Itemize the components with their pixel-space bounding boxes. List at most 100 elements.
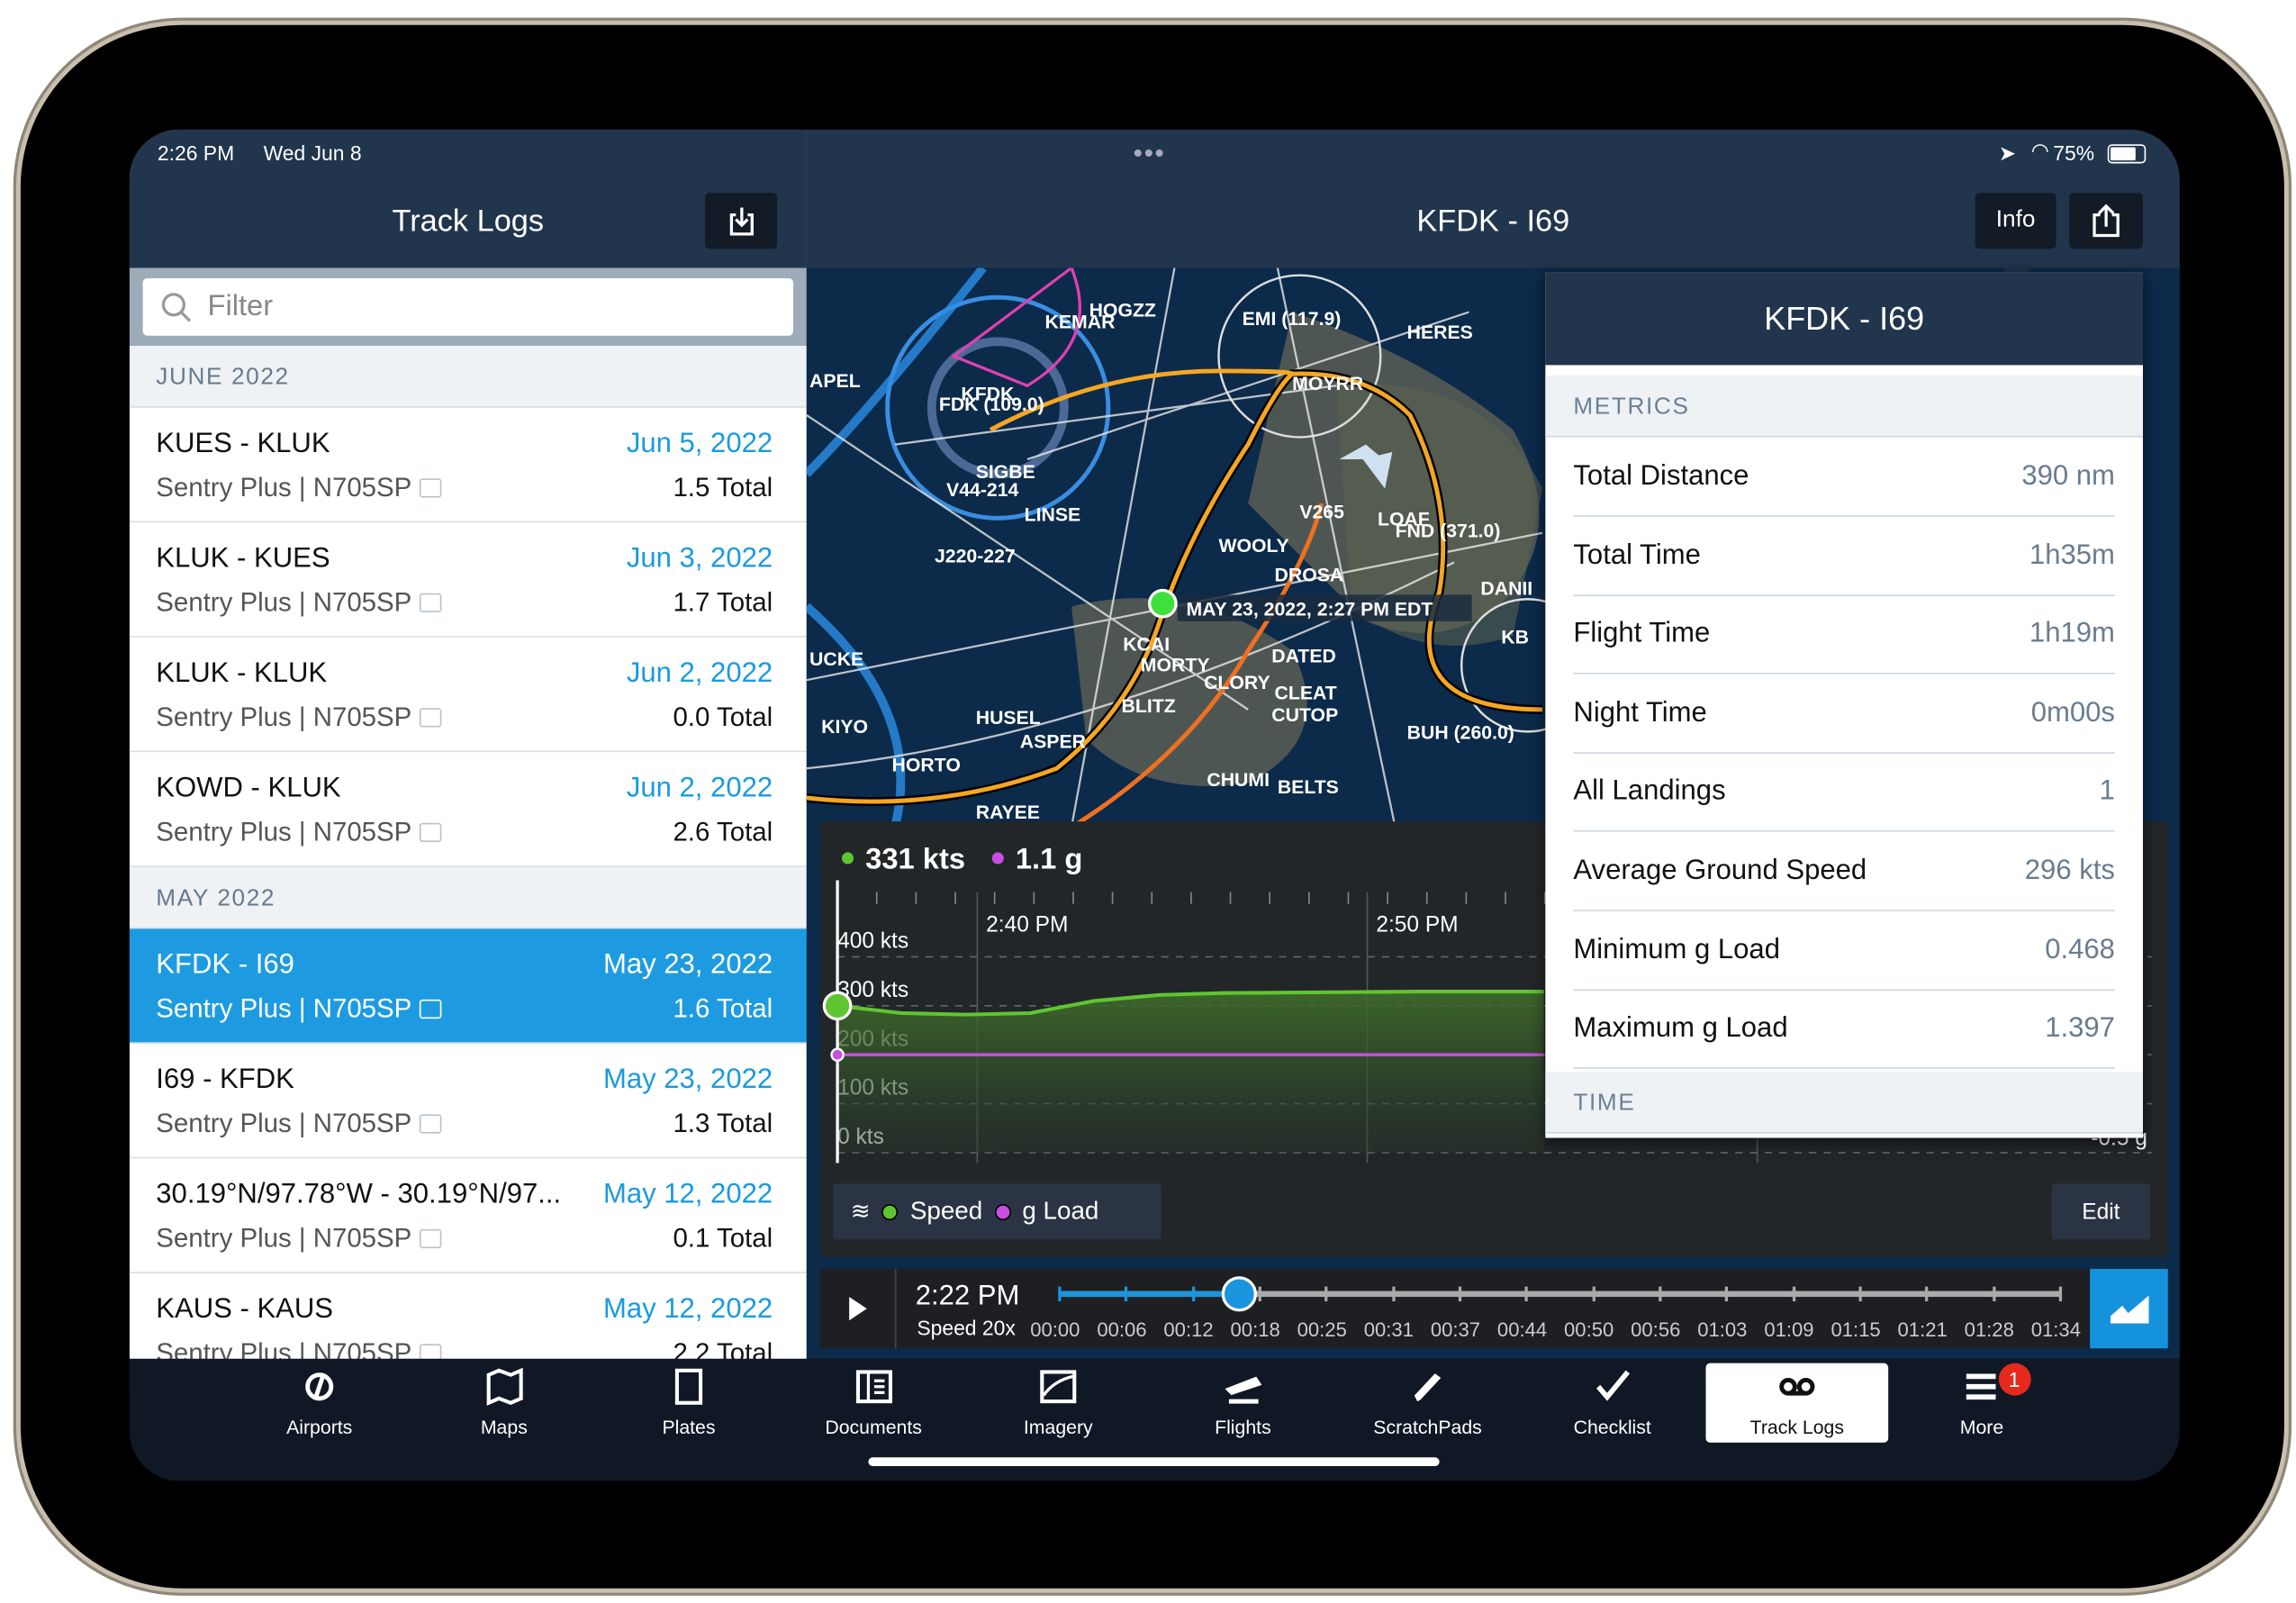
tab-airports[interactable]: Airports <box>228 1363 411 1443</box>
map-label: BUH (260.0) <box>1407 722 1514 744</box>
tab-label: Plates <box>662 1416 716 1439</box>
date: May 23, 2022 <box>602 949 773 981</box>
battery-level: 75% <box>2053 140 2095 166</box>
playback-speed[interactable]: Speed 20x <box>917 1316 1015 1339</box>
metric-value: 1h35m <box>2029 539 2115 571</box>
map-label: V265 <box>1299 501 1344 522</box>
tab-flights[interactable]: Flights <box>1152 1363 1334 1443</box>
tab-plates[interactable]: Plates <box>598 1363 781 1443</box>
legend-speed: Speed <box>909 1196 983 1225</box>
tab-maps[interactable]: Maps <box>413 1363 596 1443</box>
popover-title: KFDK - I69 <box>1545 272 2143 366</box>
route: KLUK - KUES <box>156 543 330 575</box>
timeline-tick <box>1458 1286 1462 1301</box>
track-log-row[interactable]: KLUK - KLUK Jun 2, 2022 Sentry Plus | N70… <box>129 637 807 753</box>
timeline-tick <box>1858 1286 1862 1301</box>
metric-value: 0.468 <box>2045 934 2115 965</box>
timeline-slider[interactable]: 00:00 00:06 00:12 00:18 00:25 00:31 00:37 00:44… <box>1030 1276 2081 1342</box>
map-label: APEL <box>809 370 861 392</box>
tab-imagery[interactable]: Imagery <box>967 1363 1150 1443</box>
tab-more[interactable]: More 1 <box>1891 1363 2074 1443</box>
map-label: ASPER <box>1020 730 1086 752</box>
timeline-tick <box>1324 1286 1328 1301</box>
metric-row: Average Ground Speed 296 kts <box>1573 833 2115 911</box>
tab-documents[interactable]: Documents <box>782 1363 965 1443</box>
track-log-row[interactable]: 30.19°N/97.78°W - 30.19°N/97... May 12, 2… <box>129 1158 807 1273</box>
tab-label: Track Logs <box>1749 1416 1845 1439</box>
filter-input[interactable]: Filter <box>142 277 794 336</box>
map-label: KB <box>1501 626 1529 648</box>
timeline-thumb[interactable] <box>1222 1276 1258 1312</box>
timeline-tick-label: 00:00 <box>1030 1318 1080 1342</box>
timeline-tick <box>1125 1286 1128 1301</box>
route: 30.19°N/97.78°W - 30.19°N/97... <box>156 1179 562 1210</box>
timeline-tick-label: 00:25 <box>1297 1318 1347 1342</box>
timeline-tick <box>2058 1286 2063 1301</box>
date: May 12, 2022 <box>602 1293 773 1326</box>
map-label: RAYEE <box>976 802 1040 823</box>
map-label: MORTY <box>1141 654 1210 675</box>
device: Sentry Plus | N705SP <box>156 1223 412 1254</box>
device: Sentry Plus | N705SP <box>156 817 412 847</box>
timeline-tick-label: 00:31 <box>1363 1318 1414 1342</box>
timeline-tick <box>1391 1286 1396 1301</box>
chart-icon <box>2110 1295 2148 1324</box>
map-label: KEMAR <box>1045 312 1116 333</box>
g-cursor-point <box>830 1047 845 1062</box>
info-button[interactable]: Info <box>1975 193 2056 249</box>
track-log-row[interactable]: I69 - KFDK May 23, 2022 Sentry Plus | N70… <box>129 1043 807 1159</box>
map-label: FND (371.0) <box>1396 521 1501 542</box>
date: May 12, 2022 <box>602 1179 773 1210</box>
map-label: HORTO <box>892 755 961 776</box>
home-indicator <box>868 1457 1440 1467</box>
check-icon <box>1595 1370 1630 1401</box>
logbook-icon <box>419 822 441 842</box>
date: Jun 2, 2022 <box>626 773 773 804</box>
playback-time: 2:22 PM <box>915 1281 1020 1312</box>
map-label: LINSE <box>1025 504 1081 526</box>
share-button[interactable] <box>2069 193 2143 249</box>
import-button[interactable] <box>704 193 778 249</box>
track-log-row[interactable]: KFDK - I69 May 23, 2022 Sentry Plus | N70… <box>129 928 807 1044</box>
metric-label: All Landings <box>1573 776 1726 808</box>
play-button[interactable] <box>819 1269 897 1349</box>
tab-label: Checklist <box>1573 1416 1651 1439</box>
track-log-row[interactable]: KLUK - KUES Jun 3, 2022 Sentry Plus | N70… <box>129 522 807 638</box>
tab-label: ScratchPads <box>1373 1416 1482 1439</box>
timeline-tick-label: 01:28 <box>1964 1318 2014 1342</box>
multitask-dots-icon[interactable]: ••• <box>1134 139 1166 169</box>
profile-toggle-button[interactable] <box>2090 1269 2168 1349</box>
route: KUES - KLUK <box>156 428 330 459</box>
left-header: 2:26 PM Wed Jun 8 Track Logs <box>129 129 807 268</box>
timeline-tick-label: 00:37 <box>1430 1318 1481 1342</box>
total: 1.6 Total <box>673 993 773 1024</box>
track-log-row[interactable]: KOWD - KLUK Jun 2, 2022 Sentry Plus | N70… <box>129 752 807 867</box>
track-log-row[interactable]: KUES - KLUK Jun 5, 2022 Sentry Plus | N70… <box>129 407 807 523</box>
timeline-tick-label: 01:34 <box>2030 1318 2081 1342</box>
section-header: JUNE 2022 <box>129 346 807 408</box>
map-label: DATED <box>1271 646 1336 667</box>
metric-label: Flight Time <box>1573 618 1711 650</box>
g-readout: 1.1 g <box>1016 841 1083 874</box>
tab-scratchpads[interactable]: ScratchPads <box>1336 1363 1519 1443</box>
date: Jun 2, 2022 <box>626 657 773 689</box>
track-log-list-panel: 2:26 PM Wed Jun 8 Track Logs Filter JUNE… <box>129 129 807 1389</box>
edit-button[interactable]: Edit <box>2051 1183 2151 1240</box>
speed-legend-swatch <box>881 1203 899 1220</box>
tab-checklist[interactable]: Checklist <box>1521 1363 1704 1443</box>
total: 0.0 Total <box>673 702 773 732</box>
speed-readout: 331 kts <box>865 841 965 874</box>
track-icon <box>1779 1377 1815 1396</box>
map-label: DROSA <box>1275 565 1344 586</box>
total: 2.6 Total <box>673 817 773 847</box>
timeline-tick-label: 00:50 <box>1564 1318 1614 1342</box>
metric-label: Night Time <box>1573 697 1707 729</box>
timeline-tick <box>1258 1286 1261 1301</box>
device: Sentry Plus | N705SP <box>156 993 412 1024</box>
series-selector-button[interactable]: ≋ Speed g Load <box>833 1183 1162 1240</box>
date: May 23, 2022 <box>602 1064 773 1096</box>
tab-track-logs[interactable]: Track Logs <box>1705 1363 1889 1443</box>
wifi-icon: ◠ <box>2030 138 2049 162</box>
airport-icon <box>305 1372 334 1401</box>
map-label: J220-227 <box>935 545 1016 566</box>
